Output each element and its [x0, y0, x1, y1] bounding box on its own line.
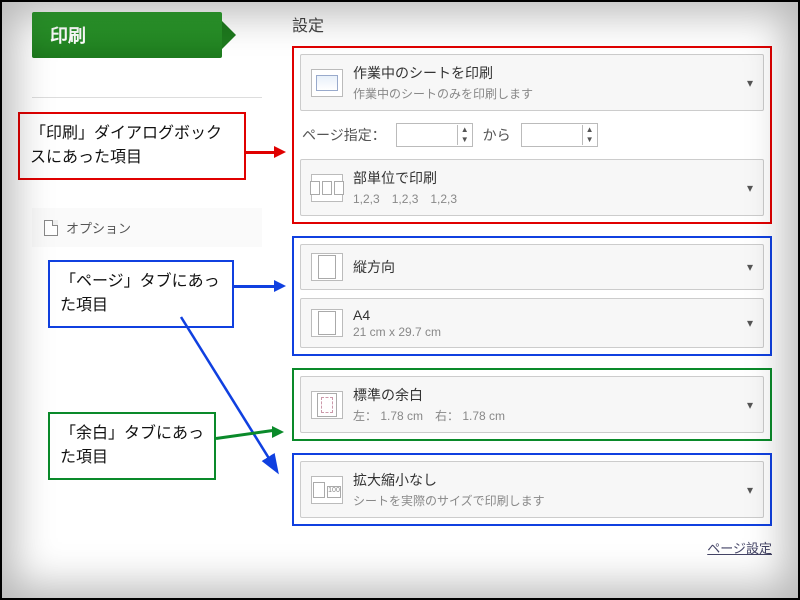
page-range-row: ページ指定： ▲ ▼ から ▲ ▼ — [300, 119, 764, 151]
group-margin-tab-items: 標準の余白 左： 1.78 cm 右： 1.78 cm ▾ — [292, 368, 772, 441]
margins-sub: 左： 1.78 cm 右： 1.78 cm — [353, 407, 737, 424]
sheet-icon — [311, 69, 343, 97]
collate-sub: 1,2,3 1,2,3 1,2,3 — [353, 190, 737, 207]
chevron-down-icon: ▾ — [747, 398, 753, 412]
page-to-spinner[interactable]: ▲ ▼ — [521, 123, 598, 147]
paper-sub: 21 cm x 29.7 cm — [353, 325, 737, 339]
print-active-title: 作業中のシートを印刷 — [353, 63, 737, 83]
chevron-down-icon: ▾ — [747, 76, 753, 90]
paper-icon — [311, 309, 343, 337]
page-from-input[interactable] — [397, 124, 457, 146]
page-setup-link[interactable]: ページ設定 — [707, 541, 772, 556]
page-from-up[interactable]: ▲ — [458, 125, 472, 135]
page-setup-link-row: ページ設定 — [292, 538, 772, 557]
arrow-to-green-group — [216, 436, 286, 440]
options-icon — [44, 220, 58, 236]
setting-orientation[interactable]: 縦方向 ▾ — [300, 244, 764, 290]
arrow-to-blue-group-1 — [234, 284, 286, 288]
callout-page-tab: 「ページ」タブにあった項目 — [48, 260, 234, 328]
group-page-tab-items: 縦方向 ▾ A4 21 cm x 29.7 cm ▾ — [292, 236, 772, 356]
margins-title: 標準の余白 — [353, 385, 737, 405]
setting-margins[interactable]: 標準の余白 左： 1.78 cm 右： 1.78 cm ▾ — [300, 376, 764, 433]
settings-heading: 設定 — [292, 12, 772, 36]
scaling-title: 拡大縮小なし — [353, 470, 737, 490]
chevron-down-icon: ▾ — [747, 316, 753, 330]
paper-title: A4 — [353, 307, 737, 323]
sidebar-item-options[interactable]: オプション — [32, 208, 262, 247]
scaling-sub: シートを実際のサイズで印刷します — [353, 492, 737, 509]
setting-paper-size[interactable]: A4 21 cm x 29.7 cm ▾ — [300, 298, 764, 348]
setting-collate[interactable]: 部単位で印刷 1,2,3 1,2,3 1,2,3 ▾ — [300, 159, 764, 216]
setting-print-active-sheet[interactable]: 作業中のシートを印刷 作業中のシートのみを印刷します ▾ — [300, 54, 764, 111]
scaling-icon: 100 — [311, 476, 343, 504]
callout-print-dialog: 「印刷」ダイアログボックスにあった項目 — [18, 112, 246, 180]
collate-icon — [311, 174, 343, 202]
orientation-title: 縦方向 — [353, 257, 737, 277]
sidebar-tab-print[interactable]: 印刷 — [32, 12, 222, 58]
page-from-spinner[interactable]: ▲ ▼ — [396, 123, 473, 147]
sidebar-tab-print-label: 印刷 — [50, 26, 86, 46]
page-from-down[interactable]: ▼ — [458, 135, 472, 145]
page-range-label: ページ指定： — [302, 125, 386, 145]
callout-margin-tab: 「余白」タブにあった項目 — [48, 412, 216, 480]
page-range-separator: から — [483, 125, 511, 145]
chevron-down-icon: ▾ — [747, 181, 753, 195]
group-page-tab-items-2: 100 拡大縮小なし シートを実際のサイズで印刷します ▾ — [292, 453, 772, 526]
setting-scaling[interactable]: 100 拡大縮小なし シートを実際のサイズで印刷します ▾ — [300, 461, 764, 518]
collate-title: 部単位で印刷 — [353, 168, 737, 188]
chevron-down-icon: ▾ — [747, 260, 753, 274]
chevron-down-icon: ▾ — [747, 483, 753, 497]
sidebar-blank — [32, 58, 262, 98]
print-active-sub: 作業中のシートのみを印刷します — [353, 85, 737, 102]
page-to-up[interactable]: ▲ — [583, 125, 597, 135]
page-to-down[interactable]: ▼ — [583, 135, 597, 145]
page-to-input[interactable] — [522, 124, 582, 146]
sidebar-item-options-label: オプション — [66, 218, 131, 237]
group-print-dialog-items: 作業中のシートを印刷 作業中のシートのみを印刷します ▾ ページ指定： ▲ ▼ … — [292, 46, 772, 224]
screenshot-frame: 印刷 オプション 設定 作業中のシートを印刷 作業中のシートのみを印刷します ▾… — [0, 0, 800, 600]
margins-icon — [311, 391, 343, 419]
orientation-icon — [311, 253, 343, 281]
print-settings-panel: 設定 作業中のシートを印刷 作業中のシートのみを印刷します ▾ ページ指定： ▲… — [292, 12, 772, 557]
